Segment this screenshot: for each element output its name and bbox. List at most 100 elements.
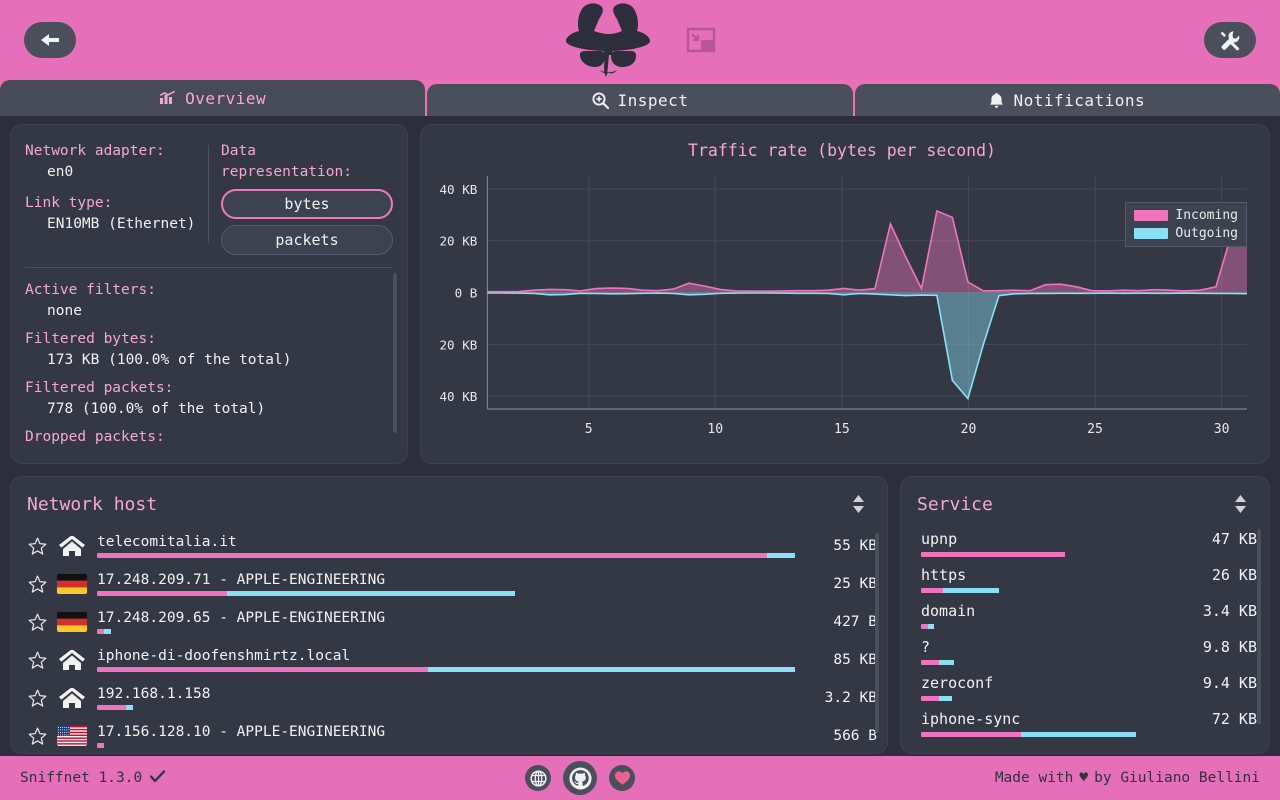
- favorite-star-icon[interactable]: [27, 537, 47, 555]
- list-item[interactable]: https 26 KB: [915, 563, 1259, 599]
- service-line: ?9.8 KB: [921, 638, 1257, 656]
- traffic-bar-outgoing: [939, 660, 955, 665]
- stats-list: Active filters: none Filtered bytes: 173…: [25, 280, 393, 448]
- table-row[interactable]: 17.156.128.10 - APPLE-ENGINEERING 566 B: [25, 717, 877, 754]
- sort-arrows-icon: [1232, 493, 1249, 515]
- sponsor-button[interactable]: [609, 765, 635, 791]
- service-panel: Service upnp47 KBhttps26 KBdomain3.4 KB?…: [900, 476, 1270, 754]
- service-value: 3.4 KB: [1203, 602, 1257, 620]
- service-value: 26 KB: [1212, 566, 1257, 584]
- x-axis-tick: 15: [834, 422, 850, 437]
- traffic-bar-incoming: [97, 629, 104, 634]
- table-row[interactable]: iphone-di-doofenshmirtz.local 85 KB: [25, 641, 877, 679]
- service-value: 9.8 KB: [1203, 638, 1257, 656]
- representation-label: Data representation:: [221, 141, 393, 183]
- y-axis-tick: 40 KB: [439, 389, 477, 404]
- service-sort-button[interactable]: [1228, 491, 1253, 517]
- checkmark-icon: [150, 770, 165, 787]
- host-value: 566 B: [807, 728, 877, 744]
- traffic-bar-outgoing: [943, 588, 999, 593]
- host-scrollbar[interactable]: [875, 533, 879, 733]
- legend-swatch-incoming: [1134, 210, 1168, 221]
- active-filters-block: Active filters: none: [25, 280, 393, 322]
- traffic-bar: [97, 629, 817, 634]
- github-button[interactable]: [563, 761, 597, 795]
- host-name: iphone-di-doofenshmirtz.local: [97, 648, 797, 664]
- service-line: zeroconf9.4 KB: [921, 674, 1257, 692]
- traffic-bar-outgoing: [126, 705, 133, 710]
- host-name: 17.248.209.71 - APPLE-ENGINEERING: [97, 572, 797, 588]
- globe-icon: [530, 770, 547, 787]
- host-name: telecomitalia.it: [97, 534, 797, 550]
- list-item[interactable]: domain3.4 KB: [915, 599, 1259, 635]
- favorite-star-icon[interactable]: [27, 575, 47, 593]
- favorite-star-icon[interactable]: [27, 651, 47, 669]
- x-axis-tick: 10: [707, 422, 723, 437]
- list-item[interactable]: upnp47 KB: [915, 527, 1259, 563]
- traffic-bar-outgoing: [104, 629, 111, 634]
- header-center: [562, 0, 718, 80]
- rep-packets-button[interactable]: packets: [221, 225, 393, 255]
- host-name: 17.248.209.65 - APPLE-ENGINEERING: [97, 610, 797, 626]
- favorite-star-icon[interactable]: [27, 613, 47, 631]
- host-value: 85 KB: [807, 652, 877, 668]
- service-name: https: [921, 566, 966, 584]
- rep-bytes-button[interactable]: bytes: [221, 189, 393, 219]
- country-flag-icon: [57, 726, 87, 746]
- service-line: iphone-sync 72 KB: [921, 710, 1257, 728]
- footer-links: [525, 761, 635, 795]
- website-button[interactable]: [525, 765, 551, 791]
- service-name: iphone-sync: [921, 710, 1020, 728]
- flag-de-icon: [57, 612, 87, 632]
- table-row[interactable]: 192.168.1.1583.2 KB: [25, 679, 877, 717]
- traffic-bar-outgoing: [428, 667, 795, 672]
- flag-de-icon: [57, 574, 87, 594]
- tab-overview[interactable]: Overview: [0, 80, 425, 116]
- host-name: 17.156.128.10 - APPLE-ENGINEERING: [97, 724, 797, 740]
- traffic-bar-outgoing: [767, 553, 796, 558]
- list-item[interactable]: iphone-sync 72 KB: [915, 707, 1259, 743]
- tab-inspect[interactable]: Inspect: [427, 84, 852, 116]
- list-item[interactable]: zeroconf9.4 KB: [915, 671, 1259, 707]
- favorite-star-icon[interactable]: [27, 727, 47, 745]
- adapter-column: Network adapter: en0 Link type: EN10MB (…: [25, 141, 208, 255]
- active-filters-value: none: [25, 301, 393, 322]
- service-scrollbar[interactable]: [1257, 529, 1261, 724]
- favorite-star-icon[interactable]: [27, 689, 47, 707]
- thumbnail-mode-button[interactable]: [684, 23, 718, 57]
- host-info: 192.168.1.158: [97, 686, 797, 710]
- table-row[interactable]: 17.248.209.65 - APPLE-ENGINEERING427 B: [25, 603, 877, 641]
- host-info: telecomitalia.it: [97, 534, 797, 558]
- service-value: 72 KB: [1212, 710, 1257, 728]
- y-axis-tick: 20 KB: [439, 234, 477, 249]
- home-icon: [57, 688, 87, 708]
- heart-icon: [614, 770, 631, 786]
- y-axis-tick: 0 B: [455, 286, 478, 301]
- settings-button[interactable]: [1204, 22, 1256, 58]
- table-row[interactable]: telecomitalia.it55 KB: [25, 527, 877, 565]
- bottom-row: Network host telecomitalia.it55 KB17.248…: [10, 476, 1270, 754]
- network-host-panel: Network host telecomitalia.it55 KB17.248…: [10, 476, 888, 754]
- traffic-bar-incoming: [97, 705, 126, 710]
- dropped-packets-block: Dropped packets:: [25, 427, 393, 448]
- filtered-bytes-value: 173 KB (100.0% of the total): [25, 350, 393, 371]
- table-row[interactable]: 17.248.209.71 - APPLE-ENGINEERING25 KB: [25, 565, 877, 603]
- back-button[interactable]: [24, 22, 76, 58]
- traffic-bar: [97, 591, 817, 596]
- list-item[interactable]: ?9.8 KB: [915, 635, 1259, 671]
- service-value: 9.4 KB: [1203, 674, 1257, 692]
- traffic-bar-outgoing: [928, 624, 935, 629]
- traffic-bar-incoming: [921, 696, 939, 701]
- traffic-chart-panel: Traffic rate (bytes per second) 40 KB 20 …: [420, 124, 1270, 464]
- host-list-title: Network host: [27, 494, 157, 515]
- chart-legend: Incoming Outgoing: [1125, 202, 1247, 247]
- country-flag-icon: [57, 612, 87, 632]
- chart-title: Traffic rate (bytes per second): [429, 141, 1255, 160]
- info-panel: Network adapter: en0 Link type: EN10MB (…: [10, 124, 408, 464]
- home-icon: [57, 536, 87, 556]
- host-sort-button[interactable]: [846, 491, 871, 517]
- info-scrollbar[interactable]: [393, 273, 397, 433]
- filtered-bytes-label: Filtered bytes:: [25, 329, 393, 350]
- thumbnail-icon: [686, 26, 716, 54]
- tab-notifications[interactable]: Notifications: [855, 84, 1280, 116]
